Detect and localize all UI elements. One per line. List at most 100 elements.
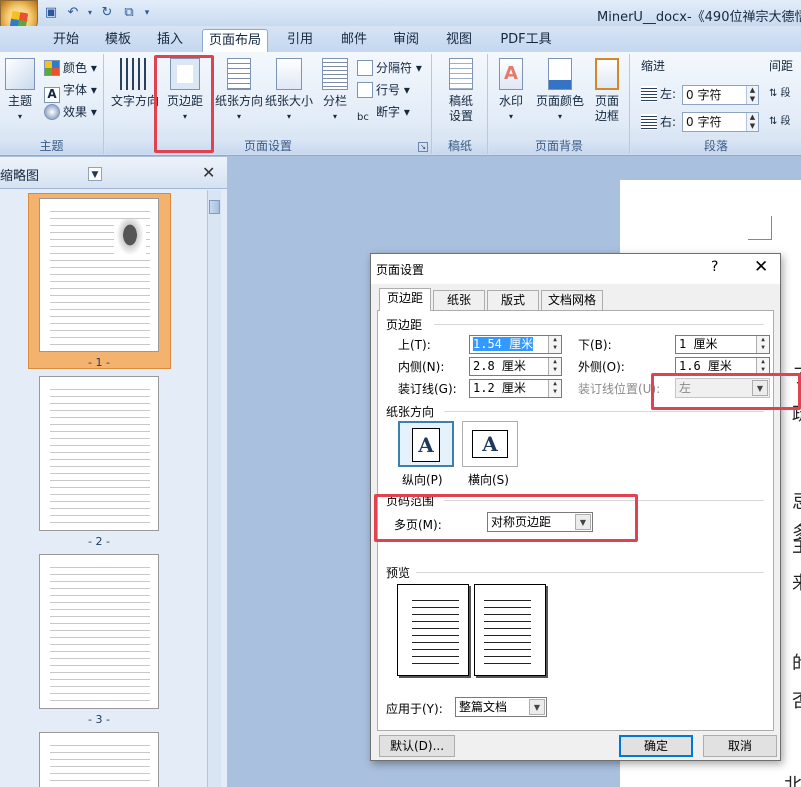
spacing-before-icon[interactable]: ⇅ 段 <box>769 84 791 104</box>
customize-qat-icon[interactable]: ▾ <box>142 4 152 22</box>
cancel-button[interactable]: 取消 <box>703 735 777 757</box>
margins-section-title: 页边距 <box>386 318 423 332</box>
top-margin-label: 上(T): <box>398 338 431 352</box>
theme-effects-button[interactable]: 效果 ▾ <box>44 102 97 122</box>
tab-layout[interactable]: 版式 <box>487 290 539 310</box>
spacing-title: 间距 <box>769 59 794 73</box>
page-borders-button[interactable]: 页面 边框 <box>589 58 625 124</box>
tab-paper[interactable]: 纸张 <box>433 290 485 310</box>
inside-margin-label: 内侧(N): <box>398 360 445 374</box>
scrollbar-thumb[interactable] <box>209 200 220 214</box>
theme-colors-button[interactable]: 颜色 ▾ <box>44 58 97 78</box>
thumbnail-page-4[interactable] <box>39 732 159 787</box>
tab-insert[interactable]: 插入 <box>152 29 188 52</box>
indent-right-input[interactable]: 0 字符 ▲ ▼ <box>682 112 759 132</box>
spinner-arrows-icon[interactable]: ▲ ▼ <box>548 336 561 353</box>
indent-left-input[interactable]: 0 字符 ▲ ▼ <box>682 85 759 105</box>
top-margin-input[interactable]: 1.54 厘米 ▲ ▼ <box>469 335 562 354</box>
page-borders-icon <box>595 58 619 90</box>
draft-paper-icon <box>449 58 473 90</box>
orientation-button[interactable]: 纸张方向 ▾ <box>213 58 265 124</box>
thumbnail-page-number: - 1 - <box>88 356 110 369</box>
tab-margins[interactable]: 页边距 <box>379 288 431 311</box>
indent-right-label: 右: <box>641 112 676 132</box>
themes-button[interactable]: 主题 ▾ <box>4 58 36 124</box>
spinner-arrows-icon[interactable]: ▲ ▼ <box>548 358 561 375</box>
theme-fonts-button[interactable]: A 字体 ▾ <box>44 80 97 103</box>
margin-corner-mark <box>748 216 772 240</box>
close-pane-icon[interactable]: ✕ <box>202 163 215 182</box>
spinner-arrows-icon[interactable]: ▲ ▼ <box>756 336 769 353</box>
dropdown-icon[interactable]: ▾ <box>86 4 94 22</box>
size-button[interactable]: 纸张大小 ▾ <box>263 58 315 124</box>
thumbnail-scrollbar[interactable] <box>207 190 221 787</box>
indent-left-icon <box>641 86 657 102</box>
page-background-group-label: 页面背景 <box>489 138 629 154</box>
theme-group-label: 主题 <box>0 138 103 154</box>
spacing-after-icon[interactable]: ⇅ 段 <box>769 112 791 132</box>
tab-home[interactable]: 开始 <box>48 29 84 52</box>
draft-group-label: 稿纸 <box>433 138 487 154</box>
page-color-icon <box>548 58 572 90</box>
spinner-arrows-icon[interactable]: ▲ ▼ <box>548 380 561 397</box>
ribbon-tab-bar: 开始 模板 插入 页面布局 引用 邮件 审阅 视图 PDF工具 <box>0 26 801 52</box>
document-text: 的 <box>792 649 801 675</box>
preview-left-page <box>397 584 469 676</box>
draft-setup-button[interactable]: 稿纸 设置 <box>441 58 481 124</box>
tab-pdf-tools[interactable]: PDF工具 <box>496 29 556 52</box>
tab-references[interactable]: 引用 <box>282 29 318 52</box>
help-icon[interactable]: ? <box>711 259 718 275</box>
print-preview-icon[interactable]: ⧉ <box>120 4 138 22</box>
breaks-icon <box>357 60 373 76</box>
orientation-section-title: 纸张方向 <box>386 405 435 419</box>
chevron-down-icon: ▼ <box>529 699 545 715</box>
tab-mailings[interactable]: 邮件 <box>336 29 372 52</box>
inside-margin-input[interactable]: 2.8 厘米 ▲ ▼ <box>469 357 562 376</box>
undo-icon[interactable]: ↶ <box>64 4 82 22</box>
tab-page-layout[interactable]: 页面布局 <box>202 29 268 52</box>
paragraph-group-label: 段落 <box>631 138 801 154</box>
page-color-button[interactable]: 页面颜色 ▾ <box>533 58 587 124</box>
tab-document-grid[interactable]: 文档网格 <box>541 290 603 310</box>
text-direction-icon <box>120 58 150 90</box>
landscape-page-icon: A <box>472 430 508 458</box>
save-icon[interactable]: ▣ <box>42 4 60 22</box>
default-button[interactable]: 默认(D)... <box>379 735 455 757</box>
pane-dropdown-icon[interactable]: ▼ <box>88 167 102 181</box>
thumbnail-page-3[interactable] <box>39 554 159 709</box>
hyphenation-button[interactable]: bc 断字 ▾ <box>357 102 410 123</box>
thumbnail-page-2[interactable] <box>39 376 159 531</box>
ok-button[interactable]: 确定 <box>619 735 693 757</box>
document-text: 来 <box>792 569 801 595</box>
gutter-position-highlight <box>651 373 801 410</box>
page-setup-dialog-launcher-icon[interactable]: ↘ <box>418 142 428 152</box>
tab-review[interactable]: 审阅 <box>388 29 424 52</box>
portrait-figure <box>114 219 146 259</box>
indent-title: 缩进 <box>641 59 666 73</box>
tab-view[interactable]: 视图 <box>441 29 477 52</box>
document-text: 主 <box>792 532 801 558</box>
breaks-button[interactable]: 分隔符 ▾ <box>357 58 422 78</box>
spinner-arrows-icon[interactable]: ▲ ▼ <box>746 86 758 104</box>
gutter-input[interactable]: 1.2 厘米 ▲ ▼ <box>469 379 562 398</box>
page-background-group: A 水印 ▾ 页面颜色 ▾ 页面 边框 页面背景 <box>489 54 630 154</box>
watermark-button[interactable]: A 水印 ▾ <box>493 58 529 124</box>
redo-icon[interactable]: ↻ <box>98 4 116 22</box>
line-numbers-button[interactable]: 行号 ▾ <box>357 80 410 100</box>
close-icon[interactable]: ✕ <box>754 257 768 277</box>
portrait-label: 纵向(P) <box>402 473 443 487</box>
ribbon: 主题 ▾ 颜色 ▾ A 字体 ▾ 效果 ▾ 主题 文字方向 页边距 ▾ 纸张方向 … <box>0 52 801 156</box>
columns-button[interactable]: 分栏 ▾ <box>317 58 353 124</box>
portrait-option[interactable]: A <box>398 421 454 467</box>
hyphenation-icon: bc <box>357 112 369 123</box>
thumbnail-page-number: - 3 - <box>88 713 110 726</box>
landscape-option[interactable]: A <box>462 421 518 467</box>
spinner-arrows-icon[interactable]: ▲ ▼ <box>746 113 758 131</box>
indent-right-icon <box>641 114 657 130</box>
tab-template[interactable]: 模板 <box>100 29 136 52</box>
apply-to-select[interactable]: 整篇文档 ▼ <box>455 697 547 717</box>
preview-right-page <box>474 584 546 676</box>
bottom-margin-input[interactable]: 1 厘米 ▲ ▼ <box>675 335 770 354</box>
gutter-position-label: 装订线位置(U): <box>578 382 661 396</box>
thumbnail-page-1[interactable] <box>39 198 159 352</box>
